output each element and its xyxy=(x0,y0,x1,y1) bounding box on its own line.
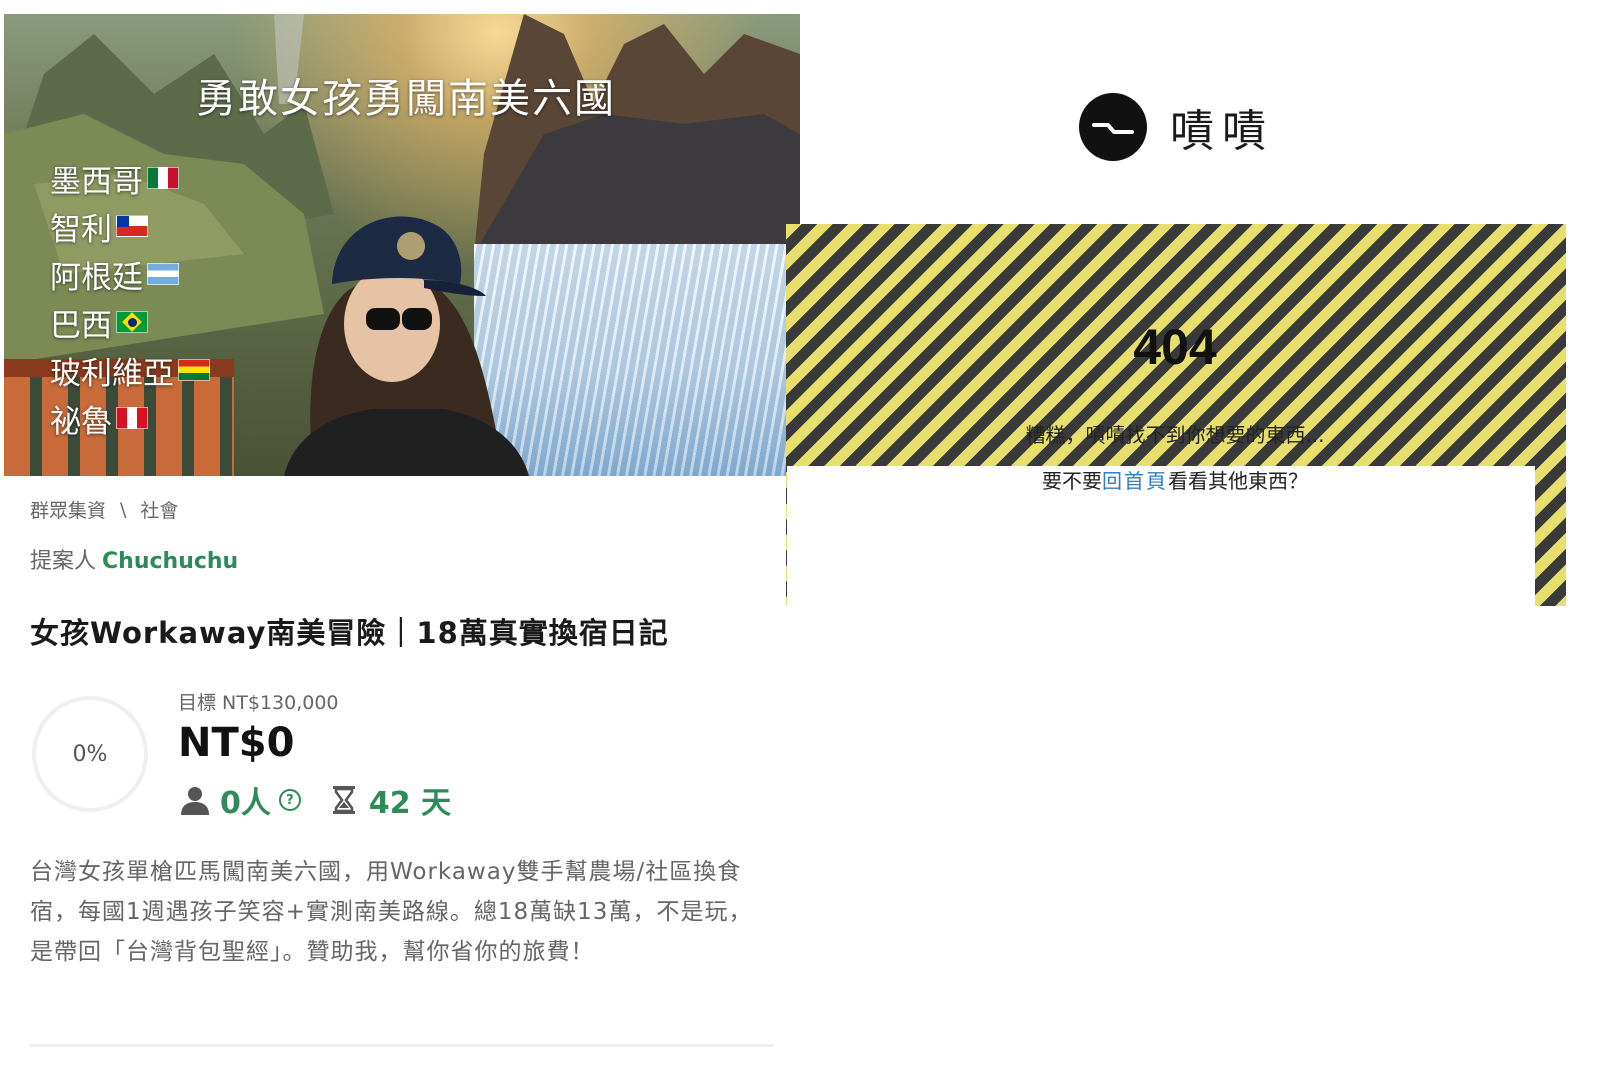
hint-prefix: 要不要 xyxy=(1042,469,1102,493)
breadcrumb-crowdfunding-link[interactable]: 群眾集資 xyxy=(30,496,106,523)
error-code: 404 xyxy=(1133,319,1217,375)
campaign-stats: 0人 ? 42 天 xyxy=(178,778,451,822)
project-title: 女孩Workaway南美冒險｜18萬真實換宿日記 xyxy=(30,616,669,650)
logo-text: 嘖嘖 xyxy=(1170,106,1274,157)
country-name: 祕魯 xyxy=(50,403,112,440)
country-item: 玻利維亞 xyxy=(50,346,210,394)
raised-amount: NT$0 xyxy=(178,720,295,766)
zeczec-logo[interactable]: 嘖嘖 xyxy=(1078,92,1274,162)
country-item: 阿根廷 xyxy=(50,250,210,298)
error-message: 糟糕，嘖嘖找不到你想要的東西... xyxy=(1025,423,1325,447)
hourglass-icon xyxy=(332,786,355,814)
country-name: 墨西哥 xyxy=(50,163,143,200)
chile-flag-icon xyxy=(116,215,148,237)
divider xyxy=(30,1044,774,1047)
country-name: 巴西 xyxy=(50,307,112,344)
backer-count: 0人 xyxy=(220,786,271,821)
country-name: 玻利維亞 xyxy=(50,355,174,392)
breadcrumb: 群眾集資 \ 社會 xyxy=(30,496,178,523)
error-page: 嘖嘖 404 糟糕，嘖嘖找不到你想要的東西... 要不要回首頁看看其他東西？ xyxy=(786,0,1600,1080)
mexico-flag-icon xyxy=(147,167,179,189)
country-item: 智利 xyxy=(50,202,210,250)
funding-goal: 目標 NT$130,000 xyxy=(178,692,339,714)
hero-image[interactable]: 勇敢女孩勇闖南美六國 墨西哥 智利 阿根廷 巴西 玻利維亞 祕魯 xyxy=(4,14,800,476)
error-box xyxy=(787,466,1535,812)
proposer: 提案人 Chuchuchu xyxy=(30,543,238,575)
country-name: 阿根廷 xyxy=(50,259,143,296)
breadcrumb-separator: \ xyxy=(120,498,127,521)
traveler-photo xyxy=(284,216,529,476)
bolivia-flag-icon xyxy=(178,359,210,381)
argentina-flag-icon xyxy=(147,263,179,285)
country-item: 巴西 xyxy=(50,298,210,346)
country-name: 智利 xyxy=(50,211,112,248)
country-item: 祕魯 xyxy=(50,394,210,442)
breadcrumb-society-link[interactable]: 社會 xyxy=(140,496,178,523)
country-list: 墨西哥 智利 阿根廷 巴西 玻利維亞 祕魯 xyxy=(50,154,210,442)
hero-title: 勇敢女孩勇闖南美六國 xyxy=(196,76,616,122)
person-icon xyxy=(181,787,209,815)
hint-suffix: 看看其他東西？ xyxy=(1168,469,1308,493)
days-left: 42 天 xyxy=(368,786,452,821)
peru-flag-icon xyxy=(116,407,148,429)
project-description: 台灣女孩單槍匹馬闖南美六國，用Workaway雙手幫農場/社區換食宿，每國1週遇… xyxy=(30,859,753,965)
country-item: 墨西哥 xyxy=(50,154,210,202)
help-icon[interactable]: ? xyxy=(278,789,301,811)
zeczec-logo-icon xyxy=(1079,93,1147,161)
campaign-card: 勇敢女孩勇闖南美六國 墨西哥 智利 阿根廷 巴西 玻利維亞 祕魯 群眾集資 \ … xyxy=(0,0,800,1080)
progress-percent: 0% xyxy=(72,741,108,767)
brazil-flag-icon xyxy=(116,311,148,333)
home-link[interactable]: 回首頁 xyxy=(1102,469,1168,493)
hazard-stripe-frame xyxy=(786,224,1566,812)
proposer-name-link[interactable]: Chuchuchu xyxy=(102,549,238,574)
proposer-label: 提案人 xyxy=(30,549,97,574)
error-hint: 要不要回首頁看看其他東西？ xyxy=(800,465,1550,494)
